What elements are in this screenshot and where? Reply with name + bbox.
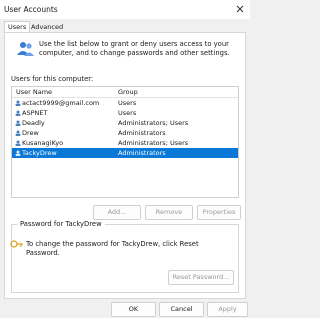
group-cell: Users (118, 99, 137, 107)
properties-button[interactable]: Properties (197, 205, 241, 220)
cancel-button[interactable]: Cancel (159, 302, 204, 317)
title-bar: User Accounts (0, 0, 250, 19)
column-header-group[interactable]: Group (118, 88, 138, 96)
user-icon (15, 150, 21, 156)
window-title: User Accounts (4, 5, 58, 14)
user-icon (15, 140, 21, 146)
password-instructions: To change the password for TackyDrew, cl… (26, 240, 199, 257)
group-cell: Administrators (118, 149, 166, 157)
password-group-title: Password for TackyDrew (17, 220, 105, 228)
table-row[interactable]: Drew Administrators (12, 128, 238, 138)
group-cell: Administrators; Users (118, 139, 189, 147)
table-row-selected[interactable]: TackyDrew Administrators (12, 148, 238, 158)
remove-user-button[interactable]: Remove (145, 205, 193, 220)
table-row[interactable]: Deadly Administrators; Users (12, 118, 238, 128)
users-tab-panel: Use the list below to grant or deny user… (4, 32, 246, 299)
key-icon (10, 240, 23, 248)
apply-button[interactable]: Apply (207, 302, 248, 317)
user-name-cell: ASPNET (22, 109, 48, 117)
close-icon[interactable] (234, 3, 246, 15)
user-icon (15, 130, 21, 136)
group-cell: Administrators (118, 129, 166, 137)
user-icon (15, 100, 21, 106)
group-cell: Users (118, 109, 137, 117)
user-name-cell: KusanagiKyo (22, 139, 64, 147)
user-icon (15, 120, 21, 126)
users-list-label: Users for this computer: (11, 75, 94, 83)
user-name-cell: Drew (22, 129, 39, 137)
ok-button[interactable]: OK (111, 302, 156, 317)
intro-text: Use the list below to grant or deny user… (39, 40, 230, 57)
tab-advanced[interactable]: Advanced (28, 22, 66, 32)
table-row[interactable]: KusanagiKyo Administrators; Users (12, 138, 238, 148)
column-header-user-name[interactable]: User Name (16, 88, 52, 96)
listview-header: User Name Group (12, 87, 238, 98)
table-row[interactable]: ASPNET Users (12, 108, 238, 118)
add-user-button[interactable]: Add... (93, 205, 141, 220)
user-name-cell: TackyDrew (22, 149, 57, 157)
tab-strip: Users Advanced (0, 20, 250, 33)
user-icon (15, 110, 21, 116)
reset-password-button[interactable]: Reset Password... (168, 270, 234, 285)
group-cell: Administrators; Users (118, 119, 189, 127)
password-group: Password for TackyDrew To change the pas… (10, 220, 239, 293)
user-name-cell: Deadly (22, 119, 45, 127)
user-name-cell: actact9999@gmail.com (22, 99, 100, 107)
users-listview[interactable]: User Name Group actact9999@gmail.com Use… (11, 86, 239, 198)
users-group-icon (17, 42, 34, 56)
table-row[interactable]: actact9999@gmail.com Users (12, 98, 238, 108)
